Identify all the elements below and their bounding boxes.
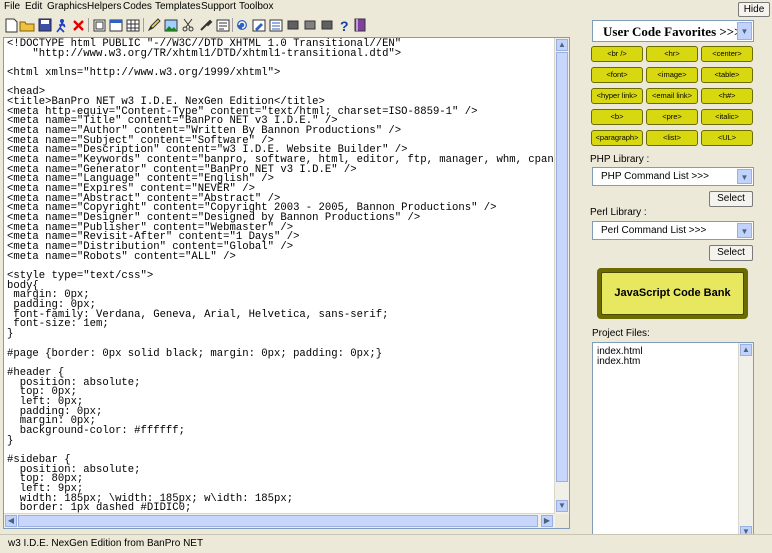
- fav-emaillink-button[interactable]: <email link>: [646, 88, 698, 104]
- toolbar-separator: [88, 18, 89, 32]
- chevron-down-icon[interactable]: ▼: [737, 22, 752, 40]
- php-library-select[interactable]: PHP Command List >>> ▼: [592, 167, 754, 186]
- fav-bold-button[interactable]: <b>: [591, 109, 643, 125]
- code-editor[interactable]: <!DOCTYPE html PUBLIC "-//W3C//DTD XHTML…: [3, 37, 570, 529]
- scroll-up-arrow-icon[interactable]: ▲: [740, 344, 752, 356]
- fav-pre-button[interactable]: <pre>: [646, 109, 698, 125]
- fav-font-button[interactable]: <font>: [591, 67, 643, 83]
- scroll-down-arrow-icon[interactable]: ▼: [556, 500, 568, 512]
- status-text: w3 I.D.E. NexGen Edition from BanPro NET: [8, 538, 204, 549]
- list-icon[interactable]: [268, 17, 284, 33]
- favorites-label: User Code Favorites >>>: [603, 24, 742, 39]
- fav-image-button[interactable]: <image>: [646, 67, 698, 83]
- code-text[interactable]: <!DOCTYPE html PUBLIC "-//W3C//DTD XHTML…: [7, 39, 569, 514]
- user-code-favorites-dropdown[interactable]: User Code Favorites >>> ▼: [592, 20, 754, 42]
- menu-bar: File Edit Graphics Helpers Codes Templat…: [0, 0, 772, 14]
- fav-table-button[interactable]: <table>: [701, 67, 753, 83]
- window-icon[interactable]: [108, 17, 124, 33]
- pencil-icon[interactable]: [146, 17, 162, 33]
- toolbar-separator: [143, 18, 144, 32]
- scroll-corner: [555, 514, 569, 528]
- project-files-label: Project Files:: [592, 328, 650, 339]
- svg-text:?: ?: [340, 18, 349, 33]
- menu-templates[interactable]: Templates: [155, 1, 201, 13]
- scroll-right-arrow-icon[interactable]: ▶: [541, 515, 553, 527]
- chevron-down-icon[interactable]: ▼: [737, 169, 752, 184]
- status-bar: w3 I.D.E. NexGen Edition from BanPro NET: [0, 534, 772, 553]
- fav-list-button[interactable]: <list>: [646, 130, 698, 146]
- table-icon[interactable]: [125, 17, 141, 33]
- horizontal-scroll-thumb[interactable]: [18, 515, 538, 527]
- fav-heading-button[interactable]: <h#>: [701, 88, 753, 104]
- fav-ul-button[interactable]: <UL>: [701, 130, 753, 146]
- perl-library-label: Perl Library :: [590, 207, 647, 218]
- fav-hyperlink-button[interactable]: <hyper link>: [591, 88, 643, 104]
- menu-support[interactable]: Support: [201, 1, 236, 13]
- horizontal-scrollbar[interactable]: ◀ ▶: [4, 513, 555, 528]
- fav-italic-button[interactable]: <italic>: [701, 109, 753, 125]
- menu-codes[interactable]: Codes: [123, 1, 152, 13]
- php-selected-value: PHP Command List >>>: [601, 171, 709, 182]
- refresh-icon[interactable]: [234, 17, 250, 33]
- perl-select-button[interactable]: Select: [709, 245, 753, 261]
- vertical-scrollbar[interactable]: ▲ ▼: [554, 38, 569, 514]
- edit-icon[interactable]: [251, 17, 267, 33]
- php-library-label: PHP Library :: [590, 154, 650, 165]
- delete-icon[interactable]: [70, 17, 86, 33]
- javascript-code-bank-label: JavaScript Code Bank: [601, 272, 744, 315]
- menu-edit[interactable]: Edit: [25, 1, 42, 13]
- menu-helpers[interactable]: Helpers: [87, 1, 121, 13]
- book-icon[interactable]: [352, 17, 368, 33]
- run-icon[interactable]: [54, 17, 70, 33]
- menu-toolbox[interactable]: Toolbox: [239, 1, 273, 13]
- new-file-icon[interactable]: [3, 17, 19, 33]
- menu-file[interactable]: File: [4, 1, 20, 13]
- block3-icon[interactable]: [319, 17, 335, 33]
- vertical-scroll-thumb[interactable]: [556, 52, 568, 482]
- image-icon[interactable]: [163, 17, 179, 33]
- tools-icon[interactable]: [198, 17, 214, 33]
- help-icon[interactable]: ?: [336, 17, 352, 33]
- php-select-button[interactable]: Select: [709, 191, 753, 207]
- files-scrollbar[interactable]: ▲ ▼: [738, 343, 753, 540]
- chevron-down-icon[interactable]: ▼: [737, 223, 752, 238]
- toolbar-separator: [232, 18, 233, 32]
- perl-library-select[interactable]: Perl Command List >>> ▼: [592, 221, 754, 240]
- scroll-left-arrow-icon[interactable]: ◀: [5, 515, 17, 527]
- javascript-code-bank-button[interactable]: JavaScript Code Bank: [597, 268, 748, 319]
- list-item[interactable]: index.htm: [597, 357, 640, 367]
- text-icon[interactable]: [215, 17, 231, 33]
- frame-icon[interactable]: [91, 17, 107, 33]
- block2-icon[interactable]: [302, 17, 318, 33]
- fav-br-button[interactable]: <br />: [591, 46, 643, 62]
- block-icon[interactable]: [285, 17, 301, 33]
- fav-paragraph-button[interactable]: <paragraph>: [591, 130, 643, 146]
- save-icon[interactable]: [37, 17, 53, 33]
- fav-hr-button[interactable]: <hr>: [646, 46, 698, 62]
- toolbar: ?: [0, 15, 580, 35]
- cut-icon[interactable]: [180, 17, 196, 33]
- project-files-list[interactable]: index.html index.htm ▲ ▼: [592, 342, 754, 541]
- open-folder-icon[interactable]: [19, 17, 35, 33]
- fav-center-button[interactable]: <center>: [701, 46, 753, 62]
- menu-graphics[interactable]: Graphics: [47, 1, 87, 13]
- hide-button[interactable]: Hide: [738, 2, 770, 17]
- perl-selected-value: Perl Command List >>>: [601, 225, 707, 236]
- scroll-up-arrow-icon[interactable]: ▲: [556, 39, 568, 51]
